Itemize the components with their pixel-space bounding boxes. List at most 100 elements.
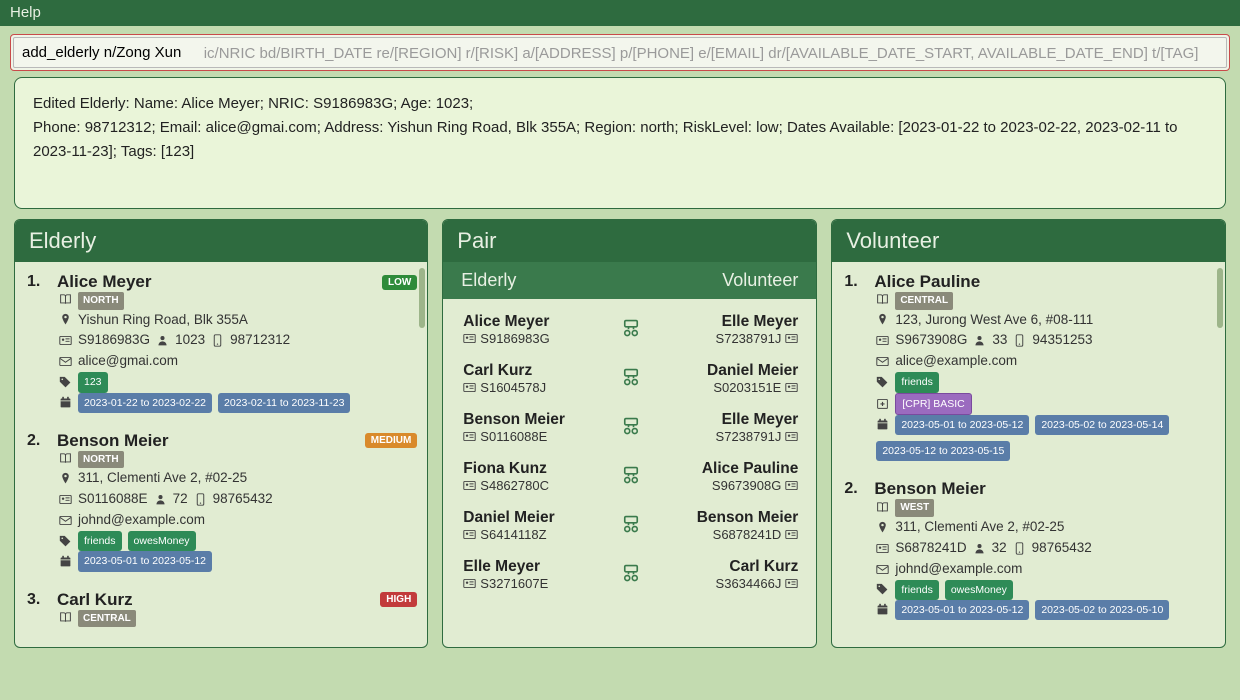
age: 32 [992, 538, 1007, 559]
email: johnd@example.com [895, 559, 1022, 580]
pair-sub-elderly: Elderly [461, 270, 516, 291]
pair-volunteer-name: Benson Meier [643, 509, 799, 527]
region-tag: CENTRAL [78, 610, 136, 628]
pair-panel: Pair Elderly Volunteer Alice MeyerS91869… [442, 219, 817, 648]
pair-row[interactable]: Benson MeierS0116088EElle MeyerS7238791J [453, 403, 808, 452]
address: 123, Jurong West Ave 6, #08-111 [895, 310, 1093, 331]
pair-link-icon [619, 416, 643, 439]
id-icon [463, 528, 476, 541]
pair-elderly-name: Carl Kurz [463, 362, 619, 380]
address: 311, Clementi Ave 2, #02-25 [78, 468, 247, 489]
pair-row[interactable]: Elle MeyerS3271607ECarl KurzS3634466J [453, 550, 808, 599]
person-card[interactable]: 2.Benson MeierWEST311, Clementi Ave 2, #… [842, 475, 1217, 624]
book-icon [876, 502, 889, 515]
pair-link-icon [619, 514, 643, 537]
person-card[interactable]: 3.Carl KurzHIGHCENTRAL [25, 586, 419, 632]
pair-elderly-nric: S4862780C [480, 478, 549, 493]
tag: friends [895, 580, 939, 600]
person-icon [154, 493, 167, 506]
elderly-panel: Elderly 1.Alice MeyerLOWNORTHYishun Ring… [14, 219, 428, 648]
medical-tag: [CPR] BASIC [895, 393, 971, 415]
pair-elderly-nric: S3271607E [480, 576, 548, 591]
mail-icon [876, 355, 889, 368]
person-icon [973, 334, 986, 347]
nric: S9673908G [895, 330, 967, 351]
pin-icon [59, 313, 72, 326]
phone-icon [211, 334, 224, 347]
date-range: 2023-01-22 to 2023-02-22 [78, 393, 212, 413]
result-line: Phone: 98712312; Email: alice@gmai.com; … [33, 116, 1207, 164]
pair-volunteer-nric: S7238791J [716, 429, 782, 444]
card-name: Alice Meyer [57, 272, 372, 292]
volunteer-list[interactable]: 1. Alice PaulineCENTRAL123, Jurong West A… [832, 262, 1225, 647]
scrollbar[interactable] [1217, 268, 1223, 328]
pair-sub-volunteer: Volunteer [722, 270, 798, 291]
pin-icon [876, 313, 889, 326]
id-icon [463, 381, 476, 394]
id-icon [463, 332, 476, 345]
nric: S9186983G [78, 330, 150, 351]
person-card[interactable]: 1. Alice PaulineCENTRAL123, Jurong West A… [842, 268, 1217, 465]
card-name: Alice Pauline [874, 272, 1215, 292]
tag-icon [59, 535, 72, 548]
calendar-icon [59, 555, 72, 568]
tag: friends [895, 372, 939, 392]
calendar-icon [59, 396, 72, 409]
pair-elderly-nric: S9186983G [480, 331, 549, 346]
tag-icon [876, 376, 889, 389]
pair-elderly-name: Alice Meyer [463, 313, 619, 331]
pair-list[interactable]: Alice MeyerS9186983G Elle Meyer S7238791J C… [443, 299, 816, 647]
pair-row[interactable]: Fiona KunzS4862780CAlice PaulineS9673908… [453, 452, 808, 501]
age: 72 [173, 489, 188, 510]
pair-subheader: Elderly Volunteer [443, 262, 816, 299]
region-tag: NORTH [78, 451, 124, 469]
tag-icon [876, 583, 889, 596]
phone: 94351253 [1032, 330, 1092, 351]
calendar-icon [876, 418, 889, 431]
card-index: 3. [27, 591, 47, 609]
book-icon [59, 612, 72, 625]
pair-header: Pair [443, 220, 816, 262]
result-line: Edited Elderly: Name: Alice Meyer; NRIC:… [33, 92, 1207, 116]
nric: S6878241D [895, 538, 966, 559]
elderly-list[interactable]: 1.Alice MeyerLOWNORTHYishun Ring Road, B… [15, 262, 427, 647]
email: alice@gmai.com [78, 351, 178, 372]
pair-elderly-name: Elle Meyer [463, 558, 619, 576]
person-card[interactable]: 1.Alice MeyerLOWNORTHYishun Ring Road, B… [25, 268, 419, 417]
pair-link-icon [619, 367, 643, 390]
risk-badge: LOW [382, 275, 417, 290]
tag: owesMoney [128, 531, 196, 551]
region-tag: CENTRAL [895, 292, 953, 310]
id-icon [59, 334, 72, 347]
pair-volunteer-name: Elle Meyer [643, 313, 799, 331]
book-icon [59, 294, 72, 307]
mail-icon [876, 563, 889, 576]
id-icon [463, 430, 476, 443]
command-input[interactable] [13, 37, 1227, 68]
person-card[interactable]: 2.Benson MeierMEDIUMNORTH311, Clementi A… [25, 427, 419, 576]
id-icon [785, 332, 798, 345]
scrollbar[interactable] [419, 268, 425, 328]
pair-volunteer-nric: S0203151E [713, 380, 781, 395]
pair-elderly-nric: S0116088E [480, 429, 547, 444]
nric: S0116088E [78, 489, 148, 510]
menu-help[interactable]: Help [10, 4, 41, 21]
id-icon [785, 381, 798, 394]
phone-icon [194, 493, 207, 506]
card-index: 2. [27, 432, 47, 450]
mail-icon [59, 514, 72, 527]
date-range: 2023-02-11 to 2023-11-23 [218, 393, 350, 413]
pair-row[interactable]: Alice MeyerS9186983GElle MeyerS7238791J [453, 305, 808, 354]
id-icon [59, 493, 72, 506]
card-index: 1. [27, 273, 47, 291]
elderly-header: Elderly [15, 220, 427, 262]
age: 1023 [175, 330, 205, 351]
card-name: Carl Kurz [57, 590, 370, 610]
pair-row[interactable]: Daniel MeierS6414118ZBenson MeierS687824… [453, 501, 808, 550]
pair-row[interactable]: Carl KurzS1604578JDaniel MeierS0203151E [453, 354, 808, 403]
region-tag: NORTH [78, 292, 124, 310]
result-display: Edited Elderly: Name: Alice Meyer; NRIC:… [14, 77, 1226, 209]
volunteer-panel: Volunteer 1.Alice PaulineCENTRAL123, Jur… [831, 219, 1226, 648]
address: 311, Clementi Ave 2, #02-25 [895, 517, 1064, 538]
card-index: 1. [844, 273, 864, 291]
